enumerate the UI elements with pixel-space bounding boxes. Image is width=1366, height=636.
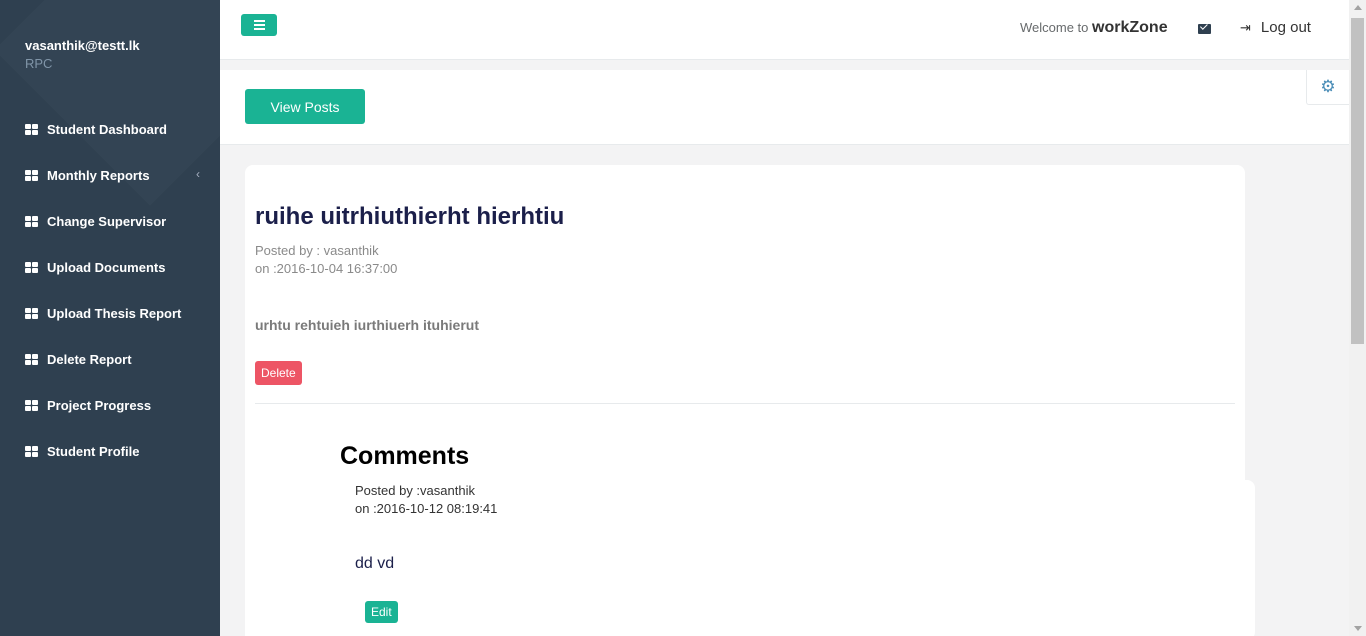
comments-heading: Comments <box>340 442 470 470</box>
sidebar-item-label: Student Dashboard <box>47 121 167 137</box>
sidebar-item-change-supervisor[interactable]: Change Supervisor <box>0 198 220 244</box>
logout-label: Log out <box>1260 19 1311 36</box>
comment-meta: Posted by :vasanthik on :2016-10-12 08:1… <box>355 482 497 518</box>
comment-card: Posted by :vasanthik on :2016-10-12 08:1… <box>340 480 1255 636</box>
logout-link[interactable]: ⇥ Log out <box>1240 19 1311 36</box>
edit-comment-button[interactable]: Edit <box>365 601 398 623</box>
sidebar-nav: Student Dashboard Monthly Reports ‹ Chan… <box>0 106 220 474</box>
scroll-up-arrow-icon[interactable] <box>1354 5 1362 10</box>
user-role: RPC <box>25 56 53 71</box>
scroll-down-arrow-icon[interactable] <box>1354 626 1362 631</box>
scrollbar-thumb[interactable] <box>1351 18 1364 344</box>
welcome-message: Welcome to workZone <box>1020 19 1168 37</box>
user-email[interactable]: vasanthik@testt.lk <box>25 38 195 53</box>
view-posts-button[interactable]: View Posts <box>245 89 365 124</box>
sidebar-item-project-progress[interactable]: Project Progress <box>0 382 220 428</box>
comment-date: on :2016-10-12 08:19:41 <box>355 501 498 516</box>
envelope-icon[interactable] <box>1198 24 1211 34</box>
sidebar-item-label: Project Progress <box>47 397 152 413</box>
post-body: urhtu rehtuieh iurthiuerh ituhierut <box>255 317 479 333</box>
divider <box>255 403 1235 404</box>
sidebar-item-label: Monthly Reports <box>47 167 150 183</box>
page-header: View Posts ⚙ <box>220 70 1349 145</box>
brand-name: workZone <box>1092 19 1168 36</box>
grid-icon <box>25 169 38 181</box>
sidebar-item-upload-documents[interactable]: Upload Documents <box>0 244 220 290</box>
sidebar-item-monthly-reports[interactable]: Monthly Reports ‹ <box>0 152 220 198</box>
comment-author: Posted by :vasanthik <box>355 483 475 498</box>
post-author: Posted by : vasanthik <box>255 243 379 258</box>
sign-out-icon: ⇥ <box>1240 19 1251 35</box>
post-title: ruihe uitrhiuthierht hierhtiu <box>255 203 565 230</box>
delete-post-button[interactable]: Delete <box>255 361 302 385</box>
sidebar: vasanthik@testt.lk RPC Student Dashboard… <box>0 0 220 636</box>
sidebar-profile: vasanthik@testt.lk RPC <box>0 0 220 105</box>
hamburger-icon <box>253 20 265 22</box>
welcome-text: Welcome to <box>1020 20 1089 35</box>
sidebar-item-label: Student Profile <box>47 443 140 459</box>
chevron-left-icon: ‹ <box>196 167 200 181</box>
sidebar-item-label: Change Supervisor <box>47 213 167 229</box>
grid-icon <box>25 215 38 227</box>
grid-icon <box>25 353 38 365</box>
grid-icon <box>25 399 38 411</box>
grid-icon <box>25 307 38 319</box>
page-scrollbar[interactable] <box>1349 0 1366 636</box>
post-date: on :2016-10-04 16:37:00 <box>255 261 398 276</box>
sidebar-item-student-dashboard[interactable]: Student Dashboard <box>0 106 220 152</box>
sidebar-item-label: Upload Thesis Report <box>47 305 182 321</box>
comment-text: dd vd <box>355 555 395 572</box>
top-navbar: Welcome to workZone ⇥ Log out <box>220 0 1349 60</box>
sidebar-item-delete-report[interactable]: Delete Report <box>0 336 220 382</box>
grid-icon <box>25 261 38 273</box>
grid-icon <box>25 445 38 457</box>
sidebar-item-student-profile[interactable]: Student Profile <box>0 428 220 474</box>
gear-icon[interactable]: ⚙ <box>1306 70 1349 105</box>
post-meta: Posted by : vasanthik on :2016-10-04 16:… <box>255 242 397 278</box>
sidebar-item-label: Upload Documents <box>47 259 166 275</box>
grid-icon <box>25 123 38 135</box>
sidebar-item-upload-thesis-report[interactable]: Upload Thesis Report <box>0 290 220 336</box>
sidebar-item-label: Delete Report <box>47 351 132 367</box>
menu-toggle-button[interactable] <box>241 14 277 36</box>
